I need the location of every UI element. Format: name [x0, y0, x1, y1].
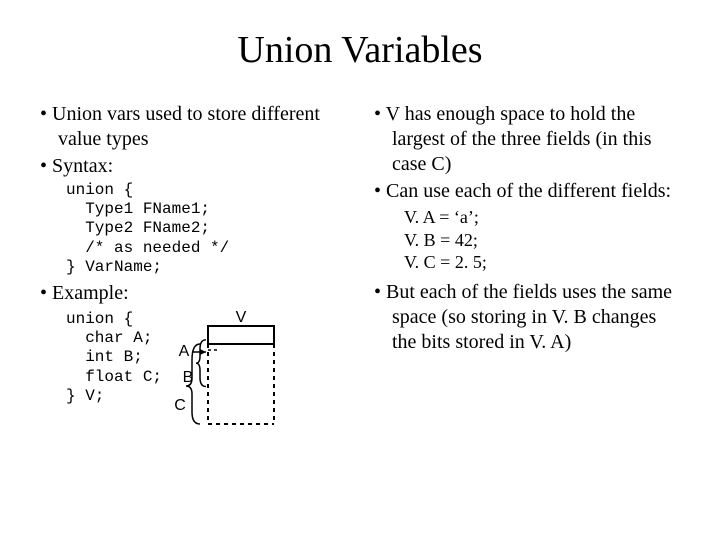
example-code-block: union { char A; int B; float C; } V;: [66, 310, 162, 406]
right-bullet-2: Can use each of the different fields:: [374, 179, 680, 204]
left-bullet-2: Syntax:: [40, 154, 350, 179]
diagram-label-v: V: [236, 309, 247, 326]
page-title: Union Variables: [40, 28, 680, 72]
left-column: Union vars used to store different value…: [40, 102, 350, 428]
assign-line-3: V. C = 2. 5;: [404, 251, 680, 274]
right-bullet-1: V has enough space to hold the largest o…: [374, 102, 680, 177]
assign-line-1: V. A = ‘a’;: [404, 206, 680, 229]
right-column: V has enough space to hold the largest o…: [374, 102, 680, 428]
diagram-label-a: A: [179, 343, 190, 360]
right-bullet-3: But each of the fields uses the same spa…: [374, 280, 680, 355]
diagram-label-c: C: [174, 397, 186, 414]
union-memory-diagram: V A B C: [174, 308, 284, 428]
content-columns: Union vars used to store different value…: [40, 102, 680, 428]
syntax-code-block: union { Type1 FName1; Type2 FName2; /* a…: [66, 181, 350, 277]
left-bullet-1: Union vars used to store different value…: [40, 102, 350, 152]
left-bullet-3: Example:: [40, 281, 350, 306]
assign-line-2: V. B = 42;: [404, 229, 680, 252]
